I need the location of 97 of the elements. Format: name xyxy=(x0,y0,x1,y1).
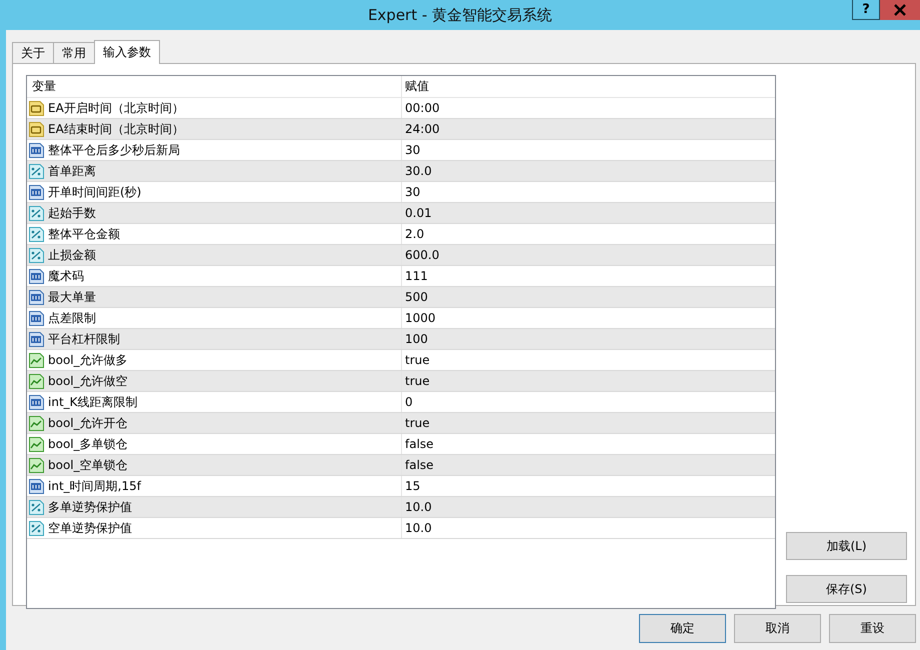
parameter-value: 15 xyxy=(405,479,420,493)
parameter-name: 点差限制 xyxy=(48,310,96,326)
parameter-row[interactable]: 平台杠杆限制 100 xyxy=(27,329,775,350)
boolean-type-icon xyxy=(29,416,44,430)
parameter-name: 多单逆势保护值 xyxy=(48,498,132,516)
parameter-row[interactable]: EA结束时间（北京时间） 24:00 xyxy=(27,119,775,140)
side-button[interactable]: 保存(S) xyxy=(786,575,907,603)
parameter-name: 最大单量 xyxy=(48,288,96,306)
parameter-name: 平台杠杆限制 xyxy=(48,330,120,348)
integer-type-icon xyxy=(29,142,44,158)
parameter-name: 止损金额 xyxy=(48,246,96,264)
fraction-type-icon xyxy=(29,164,44,178)
column-header[interactable]: 变量 xyxy=(27,76,402,97)
close-button[interactable] xyxy=(880,0,920,20)
integer-type-icon xyxy=(29,184,44,200)
parameter-name: bool_多单锁仓 xyxy=(48,436,128,452)
fraction-type-icon xyxy=(29,520,44,536)
integer-type-icon xyxy=(29,478,44,494)
parameter-row[interactable]: 多单逆势保护值 10.0 xyxy=(27,497,775,518)
parameter-row[interactable]: 空单逆势保护值 10.0 xyxy=(27,518,775,539)
parameter-name: 整体平仓后多少秒后新局 xyxy=(48,142,180,158)
parameter-value: false xyxy=(405,458,434,472)
fraction-type-icon xyxy=(29,500,44,514)
column-header[interactable]: 赋值 xyxy=(402,76,775,97)
parameter-value: 2.0 xyxy=(405,227,424,241)
integer-type-icon xyxy=(29,268,44,284)
parameter-name: int_时间周期,15f xyxy=(48,478,141,494)
parameter-name: 起始手数 xyxy=(48,204,96,222)
parameter-row[interactable]: 点差限制 1000 xyxy=(27,308,775,329)
parameter-value: 24:00 xyxy=(405,122,440,136)
parameter-value: 0 xyxy=(405,395,413,409)
parameter-name: bool_允许做空 xyxy=(48,372,128,390)
parameter-row[interactable]: bool_允许开仓 true xyxy=(27,413,775,434)
parameter-name: EA开启时间（北京时间） xyxy=(48,100,184,116)
boolean-type-icon xyxy=(29,374,44,388)
parameter-row[interactable]: bool_多单锁仓 false xyxy=(27,434,775,455)
boolean-type-icon xyxy=(29,352,44,368)
parameter-value: 10.0 xyxy=(405,521,432,535)
parameter-name: bool_允许开仓 xyxy=(48,414,128,432)
parameter-value: 10.0 xyxy=(405,500,432,514)
parameter-name: 整体平仓金额 xyxy=(48,226,120,242)
parameter-row[interactable]: 止损金额 600.0 xyxy=(27,245,775,266)
parameter-value: true xyxy=(405,374,430,388)
tab[interactable]: 输入参数 xyxy=(94,40,160,64)
integer-type-icon xyxy=(29,394,44,410)
parameter-row[interactable]: EA开启时间（北京时间） 00:00 xyxy=(27,98,775,119)
string-type-icon xyxy=(29,122,44,136)
parameter-row[interactable]: 整体平仓后多少秒后新局 30 xyxy=(27,140,775,161)
boolean-type-icon xyxy=(29,436,44,452)
parameter-row[interactable]: 起始手数 0.01 xyxy=(27,203,775,224)
tab[interactable]: 关于 xyxy=(12,42,54,63)
dialog-button[interactable]: 重设 xyxy=(829,614,916,643)
parameter-value: 0.01 xyxy=(405,206,432,220)
fraction-type-icon xyxy=(29,226,44,242)
side-button[interactable]: 加载(L) xyxy=(786,532,907,560)
parameter-value: 00:00 xyxy=(405,101,440,115)
parameter-row[interactable]: 开单时间间距(秒) 30 xyxy=(27,182,775,203)
parameter-row[interactable]: int_K线距离限制 0 xyxy=(27,392,775,413)
dialog-button[interactable]: 确定 xyxy=(639,614,726,643)
parameter-name: int_K线距离限制 xyxy=(48,394,138,410)
parameter-name: bool_空单锁仓 xyxy=(48,456,128,474)
parameter-value: true xyxy=(405,353,430,367)
parameter-name: EA结束时间（北京时间） xyxy=(48,120,184,138)
parameter-row[interactable]: bool_允许做空 true xyxy=(27,371,775,392)
parameter-value: 1000 xyxy=(405,311,436,325)
parameter-row[interactable]: int_时间周期,15f 15 xyxy=(27,476,775,497)
parameter-row[interactable]: bool_允许做多 true xyxy=(27,350,775,371)
parameter-row[interactable]: 最大单量 500 xyxy=(27,287,775,308)
parameter-name: 空单逆势保护值 xyxy=(48,520,132,536)
parameter-value: 500 xyxy=(405,290,428,304)
string-type-icon xyxy=(29,100,44,116)
parameter-row[interactable]: 魔术码 111 xyxy=(27,266,775,287)
parameter-name: 开单时间间距(秒) xyxy=(48,184,142,200)
close-icon xyxy=(894,4,906,16)
parameter-value: 600.0 xyxy=(405,248,440,262)
integer-type-icon xyxy=(29,332,44,346)
boolean-type-icon xyxy=(29,458,44,472)
parameter-row[interactable]: 首单距离 30.0 xyxy=(27,161,775,182)
fraction-type-icon xyxy=(29,206,44,220)
parameter-row[interactable]: 整体平仓金额 2.0 xyxy=(27,224,775,245)
parameter-value: 111 xyxy=(405,269,428,283)
window-title: Expert - 黄金智能交易系统 xyxy=(368,5,552,26)
parameter-name: 魔术码 xyxy=(48,268,84,284)
parameter-value: 100 xyxy=(405,332,428,346)
parameter-value: 30.0 xyxy=(405,164,432,178)
integer-type-icon xyxy=(29,310,44,326)
parameter-value: 30 xyxy=(405,143,420,157)
parameter-value: 30 xyxy=(405,185,420,199)
parameter-value: false xyxy=(405,437,434,451)
help-button[interactable]: ? xyxy=(852,0,880,20)
integer-type-icon xyxy=(29,290,44,304)
parameter-name: bool_允许做多 xyxy=(48,352,128,368)
fraction-type-icon xyxy=(29,248,44,262)
parameter-value: true xyxy=(405,416,430,430)
dialog-button[interactable]: 取消 xyxy=(734,614,821,643)
parameter-row[interactable]: bool_空单锁仓 false xyxy=(27,455,775,476)
parameter-name: 首单距离 xyxy=(48,162,96,180)
